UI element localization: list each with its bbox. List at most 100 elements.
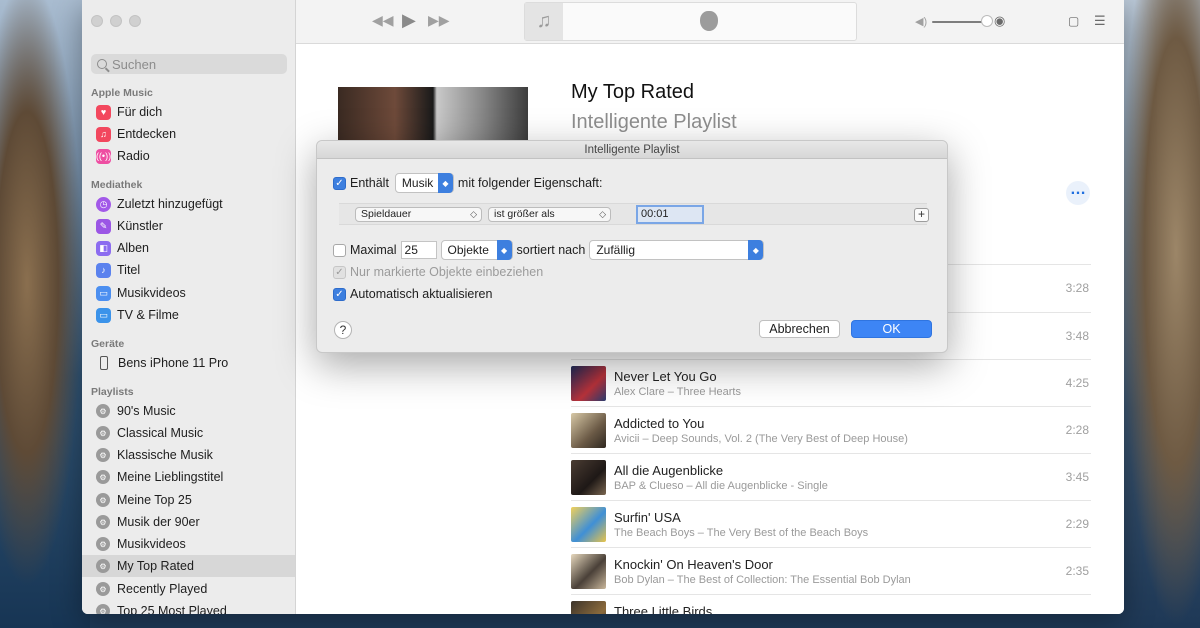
contains-checkbox[interactable]: ✓: [333, 176, 346, 190]
smart-playlist-icon: ⚙: [96, 604, 110, 614]
smart-playlist-icon: ⚙: [96, 470, 110, 484]
smart-playlist-icon: ⚙: [96, 426, 110, 440]
limit-checkbox[interactable]: [333, 243, 346, 257]
sidebar-playlist-item[interactable]: ⚙ Musik der 90er: [82, 511, 295, 533]
minimize-window-button[interactable]: [110, 15, 122, 27]
album-thumbnail: [571, 460, 606, 495]
sidebar-playlist-item[interactable]: ⚙ Meine Lieblingstitel: [82, 466, 295, 488]
sidebar-playlist-item[interactable]: ⚙ Klassische Musik: [82, 444, 295, 466]
music-note-icon: ♫: [525, 3, 563, 40]
smart-playlist-icon: ⚙: [96, 448, 110, 462]
match-row: ✓ Enthält Musik ◆ mit folgender Eigensch…: [333, 173, 602, 193]
dialog-title: Intelligente Playlist: [317, 141, 947, 159]
album-thumbnail: [571, 366, 606, 401]
search-input[interactable]: Suchen: [91, 54, 287, 74]
live-update-label: Automatisch aktualisieren: [350, 287, 493, 301]
media-type-select[interactable]: Musik ◆: [394, 173, 454, 193]
sidebar-playlist-item-active[interactable]: ⚙ My Top Rated: [82, 555, 295, 577]
table-row[interactable]: Addicted to You Avicii – Deep Sounds, Vo…: [571, 406, 1091, 453]
sidebar-item-tv-movies[interactable]: ▭ TV & Filme: [82, 304, 295, 326]
property-label: mit folgender Eigenschaft:: [457, 176, 603, 190]
sidebar-item-albums[interactable]: ◧ Alben: [82, 237, 295, 259]
criteria-row: Spieldauer ◇ ist größer als ◇ 00:01 +: [339, 203, 929, 225]
song-icon: ♪: [96, 262, 111, 278]
ok-button[interactable]: OK: [851, 320, 932, 338]
sidebar-playlist-item[interactable]: ⚙ Classical Music: [82, 422, 295, 444]
live-update-row: ✓ Automatisch aktualisieren: [333, 287, 492, 301]
section-devices: Geräte: [91, 338, 125, 350]
sidebar-item-for-you[interactable]: ♥ Für dich: [82, 101, 295, 123]
music-note-icon: ♫: [96, 126, 111, 142]
album-icon: ◧: [96, 240, 111, 256]
table-row[interactable]: Three Little Birds: [571, 594, 1091, 614]
section-library: Mediathek: [91, 179, 143, 191]
sidebar-playlist-item[interactable]: ⚙ Musikvideos: [82, 533, 295, 555]
table-row[interactable]: Knockin' On Heaven's Door Bob Dylan – Th…: [571, 547, 1091, 594]
sidebar-playlist-item[interactable]: ⚙ Meine Top 25: [82, 489, 295, 511]
only-checked-checkbox[interactable]: ✓: [333, 265, 346, 279]
table-row[interactable]: Never Let You Go Alex Clare – Three Hear…: [571, 359, 1091, 406]
help-button[interactable]: ?: [334, 321, 352, 339]
volume-slider[interactable]: [932, 21, 986, 23]
album-thumbnail: [571, 601, 606, 614]
criterion-value-input[interactable]: 00:01: [636, 205, 704, 224]
sidebar-playlist-item[interactable]: ⚙ Recently Played: [82, 578, 295, 600]
sidebar-item-songs[interactable]: ♪ Titel: [82, 259, 295, 281]
album-thumbnail: [571, 507, 606, 542]
sidebar-item-radio[interactable]: ((•)) Radio: [82, 145, 295, 167]
search-icon: [97, 59, 107, 69]
sorted-by-label: sortiert nach: [516, 243, 586, 257]
playlist-subtitle: Intelligente Playlist: [571, 111, 737, 133]
cancel-button[interactable]: Abbrechen: [759, 320, 840, 338]
table-row[interactable]: Surfin' USA The Beach Boys – The Very Be…: [571, 500, 1091, 547]
sidebar-item-artists[interactable]: ✎ Künstler: [82, 215, 295, 237]
sort-order-select[interactable]: Zufällig ◆: [589, 240, 765, 260]
fast-forward-icon[interactable]: ▶▶: [428, 12, 450, 29]
limit-unit-select[interactable]: Objekte ◆: [440, 240, 513, 260]
zoom-window-button[interactable]: [129, 15, 141, 27]
clock-icon: ◷: [96, 196, 111, 212]
track-list: Never Let You Go Alex Clare – Three Hear…: [571, 359, 1091, 614]
play-icon[interactable]: ▶: [402, 10, 416, 31]
album-thumbnail: [571, 554, 606, 589]
desktop-background-right: [1120, 0, 1200, 628]
sidebar-item-music-videos[interactable]: ▭ Musikvideos: [82, 282, 295, 304]
contains-label: Enthält: [350, 176, 389, 190]
sidebar-item-recently-added[interactable]: ◷ Zuletzt hinzugefügt: [82, 193, 295, 215]
limit-value-input[interactable]: 25: [400, 241, 437, 259]
volume-slider-knob[interactable]: [981, 15, 993, 27]
section-playlists: Playlists: [91, 386, 134, 398]
close-window-button[interactable]: [91, 15, 103, 27]
chevron-updown-icon: ◆: [748, 240, 764, 260]
chevron-updown-icon: ◇: [599, 209, 606, 219]
only-checked-label: Nur markierte Objekte einbeziehen: [350, 265, 544, 279]
chevron-updown-icon: ◆: [496, 240, 512, 260]
album-thumbnail: [571, 413, 606, 448]
search-placeholder: Suchen: [112, 56, 157, 72]
playlist-title: My Top Rated: [571, 81, 695, 103]
player-toolbar: ◀◀ ▶ ▶▶ ♫ ◀) ◉ ▢ ☰: [296, 0, 1124, 44]
criterion-field-select[interactable]: Spieldauer ◇: [355, 207, 482, 222]
smart-playlist-icon: ⚙: [96, 404, 110, 418]
sidebar-item-browse[interactable]: ♫ Entdecken: [82, 123, 295, 145]
sidebar-playlist-item[interactable]: ⚙ Top 25 Most Played: [82, 600, 295, 614]
rewind-icon[interactable]: ◀◀: [372, 12, 394, 29]
limit-row: Maximal 25 Objekte ◆ sortiert nach Zufäl…: [333, 240, 765, 260]
add-criterion-button[interactable]: +: [914, 208, 929, 222]
iphone-icon: [100, 356, 108, 370]
limit-label: Maximal: [350, 243, 397, 257]
lyrics-icon[interactable]: ▢: [1068, 14, 1079, 28]
more-options-button[interactable]: …: [1066, 181, 1090, 205]
table-row[interactable]: All die Augenblicke BAP & Clueso – All d…: [571, 453, 1091, 500]
now-playing-display: ♫: [524, 2, 857, 41]
criterion-operator-select[interactable]: ist größer als ◇: [488, 207, 611, 222]
airplay-icon[interactable]: ◉: [994, 13, 1005, 29]
only-checked-row: ✓ Nur markierte Objekte einbeziehen: [333, 265, 543, 279]
live-update-checkbox[interactable]: ✓: [333, 287, 346, 301]
radio-icon: ((•)): [96, 148, 111, 164]
up-next-list-icon[interactable]: ☰: [1094, 13, 1106, 29]
tv-icon: ▭: [96, 307, 111, 323]
chevron-updown-icon: ◇: [470, 209, 477, 219]
sidebar-item-device[interactable]: Bens iPhone 11 Pro: [82, 352, 295, 374]
sidebar-playlist-item[interactable]: ⚙ 90's Music: [82, 400, 295, 422]
